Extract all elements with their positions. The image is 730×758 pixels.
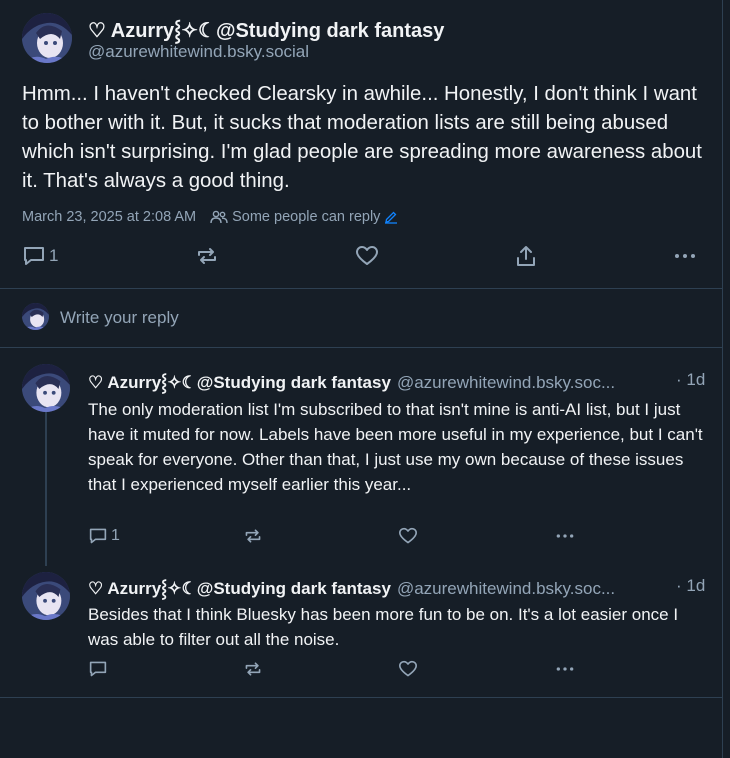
reply-text: Besides that I think Bluesky has been mo… (88, 605, 679, 649)
write-reply-placeholder: Write your reply (60, 308, 179, 327)
reply-button[interactable]: 1 (88, 527, 120, 545)
main-post: ♡ Azurry⸾✧☾@Studying dark fantasy @azure… (0, 0, 722, 289)
author-handle[interactable]: @azurewhitewind.bsky.soc... (397, 579, 615, 599)
avatar[interactable] (22, 572, 70, 620)
reply-icon (89, 661, 107, 677)
reply-button[interactable] (88, 660, 111, 678)
people-icon (210, 210, 228, 224)
write-reply-prompt[interactable]: Write your reply (0, 289, 722, 347)
reply-text: The only moderation list I'm subscribed … (88, 400, 703, 494)
author-display-name[interactable]: ♡ Azurry⸾✧☾@Studying dark fantasy (88, 16, 444, 43)
reply-button[interactable]: 1 (22, 245, 58, 267)
repost-icon (245, 662, 261, 676)
author-handle[interactable]: @azurewhitewind.bsky.social (88, 42, 309, 62)
reply-settings-label: Some people can reply (232, 209, 381, 225)
avatar-image (22, 303, 49, 330)
reply-post[interactable]: ♡ Azurry⸾✧☾@Studying dark fantasy @azure… (0, 566, 722, 697)
repost-button[interactable] (195, 245, 219, 267)
author-handle[interactable]: @azurewhitewind.bsky.soc... (397, 373, 615, 393)
more-options-button[interactable] (554, 664, 576, 674)
repost-icon (198, 248, 216, 264)
avatar[interactable] (22, 364, 70, 412)
post-meta: March 23, 2025 at 2:08 AM Some people ca… (22, 209, 398, 225)
repost-icon (245, 529, 261, 543)
like-button[interactable] (355, 245, 379, 267)
pencil-icon (385, 211, 398, 224)
more-icon (556, 534, 574, 538)
like-button[interactable] (398, 527, 418, 545)
more-icon (556, 667, 574, 671)
share-button[interactable] (514, 244, 538, 268)
more-icon (675, 254, 695, 258)
reply-count: 1 (49, 246, 59, 265)
avatar (22, 303, 49, 330)
post-timestamp[interactable]: March 23, 2025 at 2:08 AM (22, 209, 196, 225)
avatar-image (22, 364, 70, 412)
repost-button[interactable] (243, 660, 263, 678)
reply-header: ♡ Azurry⸾✧☾@Studying dark fantasy @azure… (88, 576, 615, 599)
divider (0, 697, 722, 698)
reply-settings[interactable]: Some people can reply (210, 209, 398, 225)
repost-button[interactable] (243, 527, 263, 545)
heart-icon (399, 660, 417, 677)
more-options-button[interactable] (554, 531, 576, 541)
like-button[interactable] (398, 660, 418, 678)
author-display-name[interactable]: ♡ Azurry⸾✧☾@Studying dark fantasy (88, 576, 391, 599)
heart-icon (356, 246, 378, 265)
avatar-image (22, 572, 70, 620)
avatar-image (22, 13, 72, 63)
reply-icon (89, 528, 107, 544)
reply-post[interactable]: ♡ Azurry⸾✧☾@Studying dark fantasy @azure… (0, 348, 722, 566)
heart-icon (399, 527, 417, 544)
more-options-button[interactable] (674, 250, 696, 262)
post-text: Hmm... I haven't checked Clearsky in awh… (22, 83, 702, 192)
share-icon (517, 246, 535, 266)
author-display-name[interactable]: ♡ Azurry⸾✧☾@Studying dark fantasy (88, 370, 391, 393)
reply-header: ♡ Azurry⸾✧☾@Studying dark fantasy @azure… (88, 370, 615, 393)
reply-icon (24, 247, 44, 265)
reply-time[interactable]: · 1d (676, 576, 705, 596)
reply-count: 1 (111, 527, 120, 544)
avatar[interactable] (22, 13, 72, 63)
reply-time[interactable]: · 1d (676, 370, 705, 390)
